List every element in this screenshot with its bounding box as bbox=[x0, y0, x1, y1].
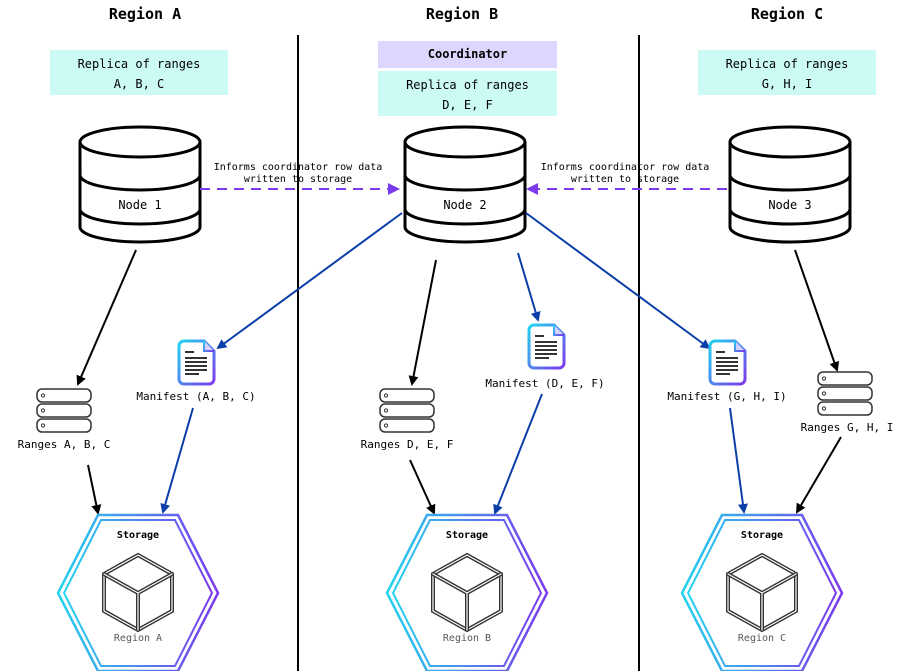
arrow-node1-ranges bbox=[76, 249, 137, 386]
arrow-manifest-storage-a bbox=[160, 407, 194, 514]
inform-label-right: Informs coordinator row data written to … bbox=[527, 162, 723, 186]
ranges-label-b: Ranges D, E, F bbox=[360, 438, 454, 451]
arrow-manifest-storage-c bbox=[729, 407, 748, 514]
manifest-label-b: Manifest (D, E, F) bbox=[485, 377, 605, 390]
storage-title-b: Storage bbox=[445, 530, 489, 541]
arrow-ranges-storage-a bbox=[87, 464, 102, 515]
inform-text-line1: Informs coordinator row data bbox=[213, 162, 383, 173]
storage-region-b: Region B bbox=[442, 633, 492, 644]
inform-text-line1: Informs coordinator row data bbox=[540, 162, 710, 173]
storage-title-c: Storage bbox=[740, 530, 784, 541]
inform-text-line2: written to storage bbox=[570, 174, 680, 185]
diagram-canvas bbox=[36, 125, 873, 671]
storage-region-c: Region C bbox=[737, 633, 787, 644]
ranges-label-c: Ranges G, H, I bbox=[800, 421, 894, 434]
inform-label-left: Informs coordinator row data written to … bbox=[200, 162, 396, 186]
manifest-label-c: Manifest (G, H, I) bbox=[667, 390, 787, 403]
manifest-label-a: Manifest (A, B, C) bbox=[136, 390, 256, 403]
database-icon-node3 bbox=[728, 125, 852, 244]
document-icon-a bbox=[177, 339, 216, 386]
server-stack-icon-b bbox=[379, 388, 435, 433]
arrow-node2-manifest-b bbox=[517, 252, 541, 322]
database-icon-node2 bbox=[403, 125, 527, 244]
arrow-node3-ranges bbox=[794, 249, 840, 372]
node-label-2: Node 2 bbox=[443, 198, 487, 212]
arrow-ranges-storage-c bbox=[795, 436, 842, 514]
arrow-ranges-storage-b bbox=[409, 459, 436, 515]
storage-region-a: Region A bbox=[113, 633, 163, 644]
server-stack-icon-c bbox=[817, 371, 873, 416]
document-icon-b bbox=[527, 323, 566, 370]
arrow-manifest-storage-b bbox=[493, 393, 543, 515]
arrow-node2-ranges bbox=[408, 259, 437, 386]
server-stack-icon-a bbox=[36, 388, 92, 433]
ranges-label-a: Ranges A, B, C bbox=[17, 438, 111, 451]
storage-title-a: Storage bbox=[116, 530, 160, 541]
database-icon-node1 bbox=[78, 125, 202, 244]
arrow-node2-manifest-a bbox=[216, 212, 403, 350]
document-icon-c bbox=[708, 339, 747, 386]
node-label-1: Node 1 bbox=[118, 198, 162, 212]
node-label-3: Node 3 bbox=[768, 198, 812, 212]
inform-text-line2: written to storage bbox=[243, 174, 353, 185]
